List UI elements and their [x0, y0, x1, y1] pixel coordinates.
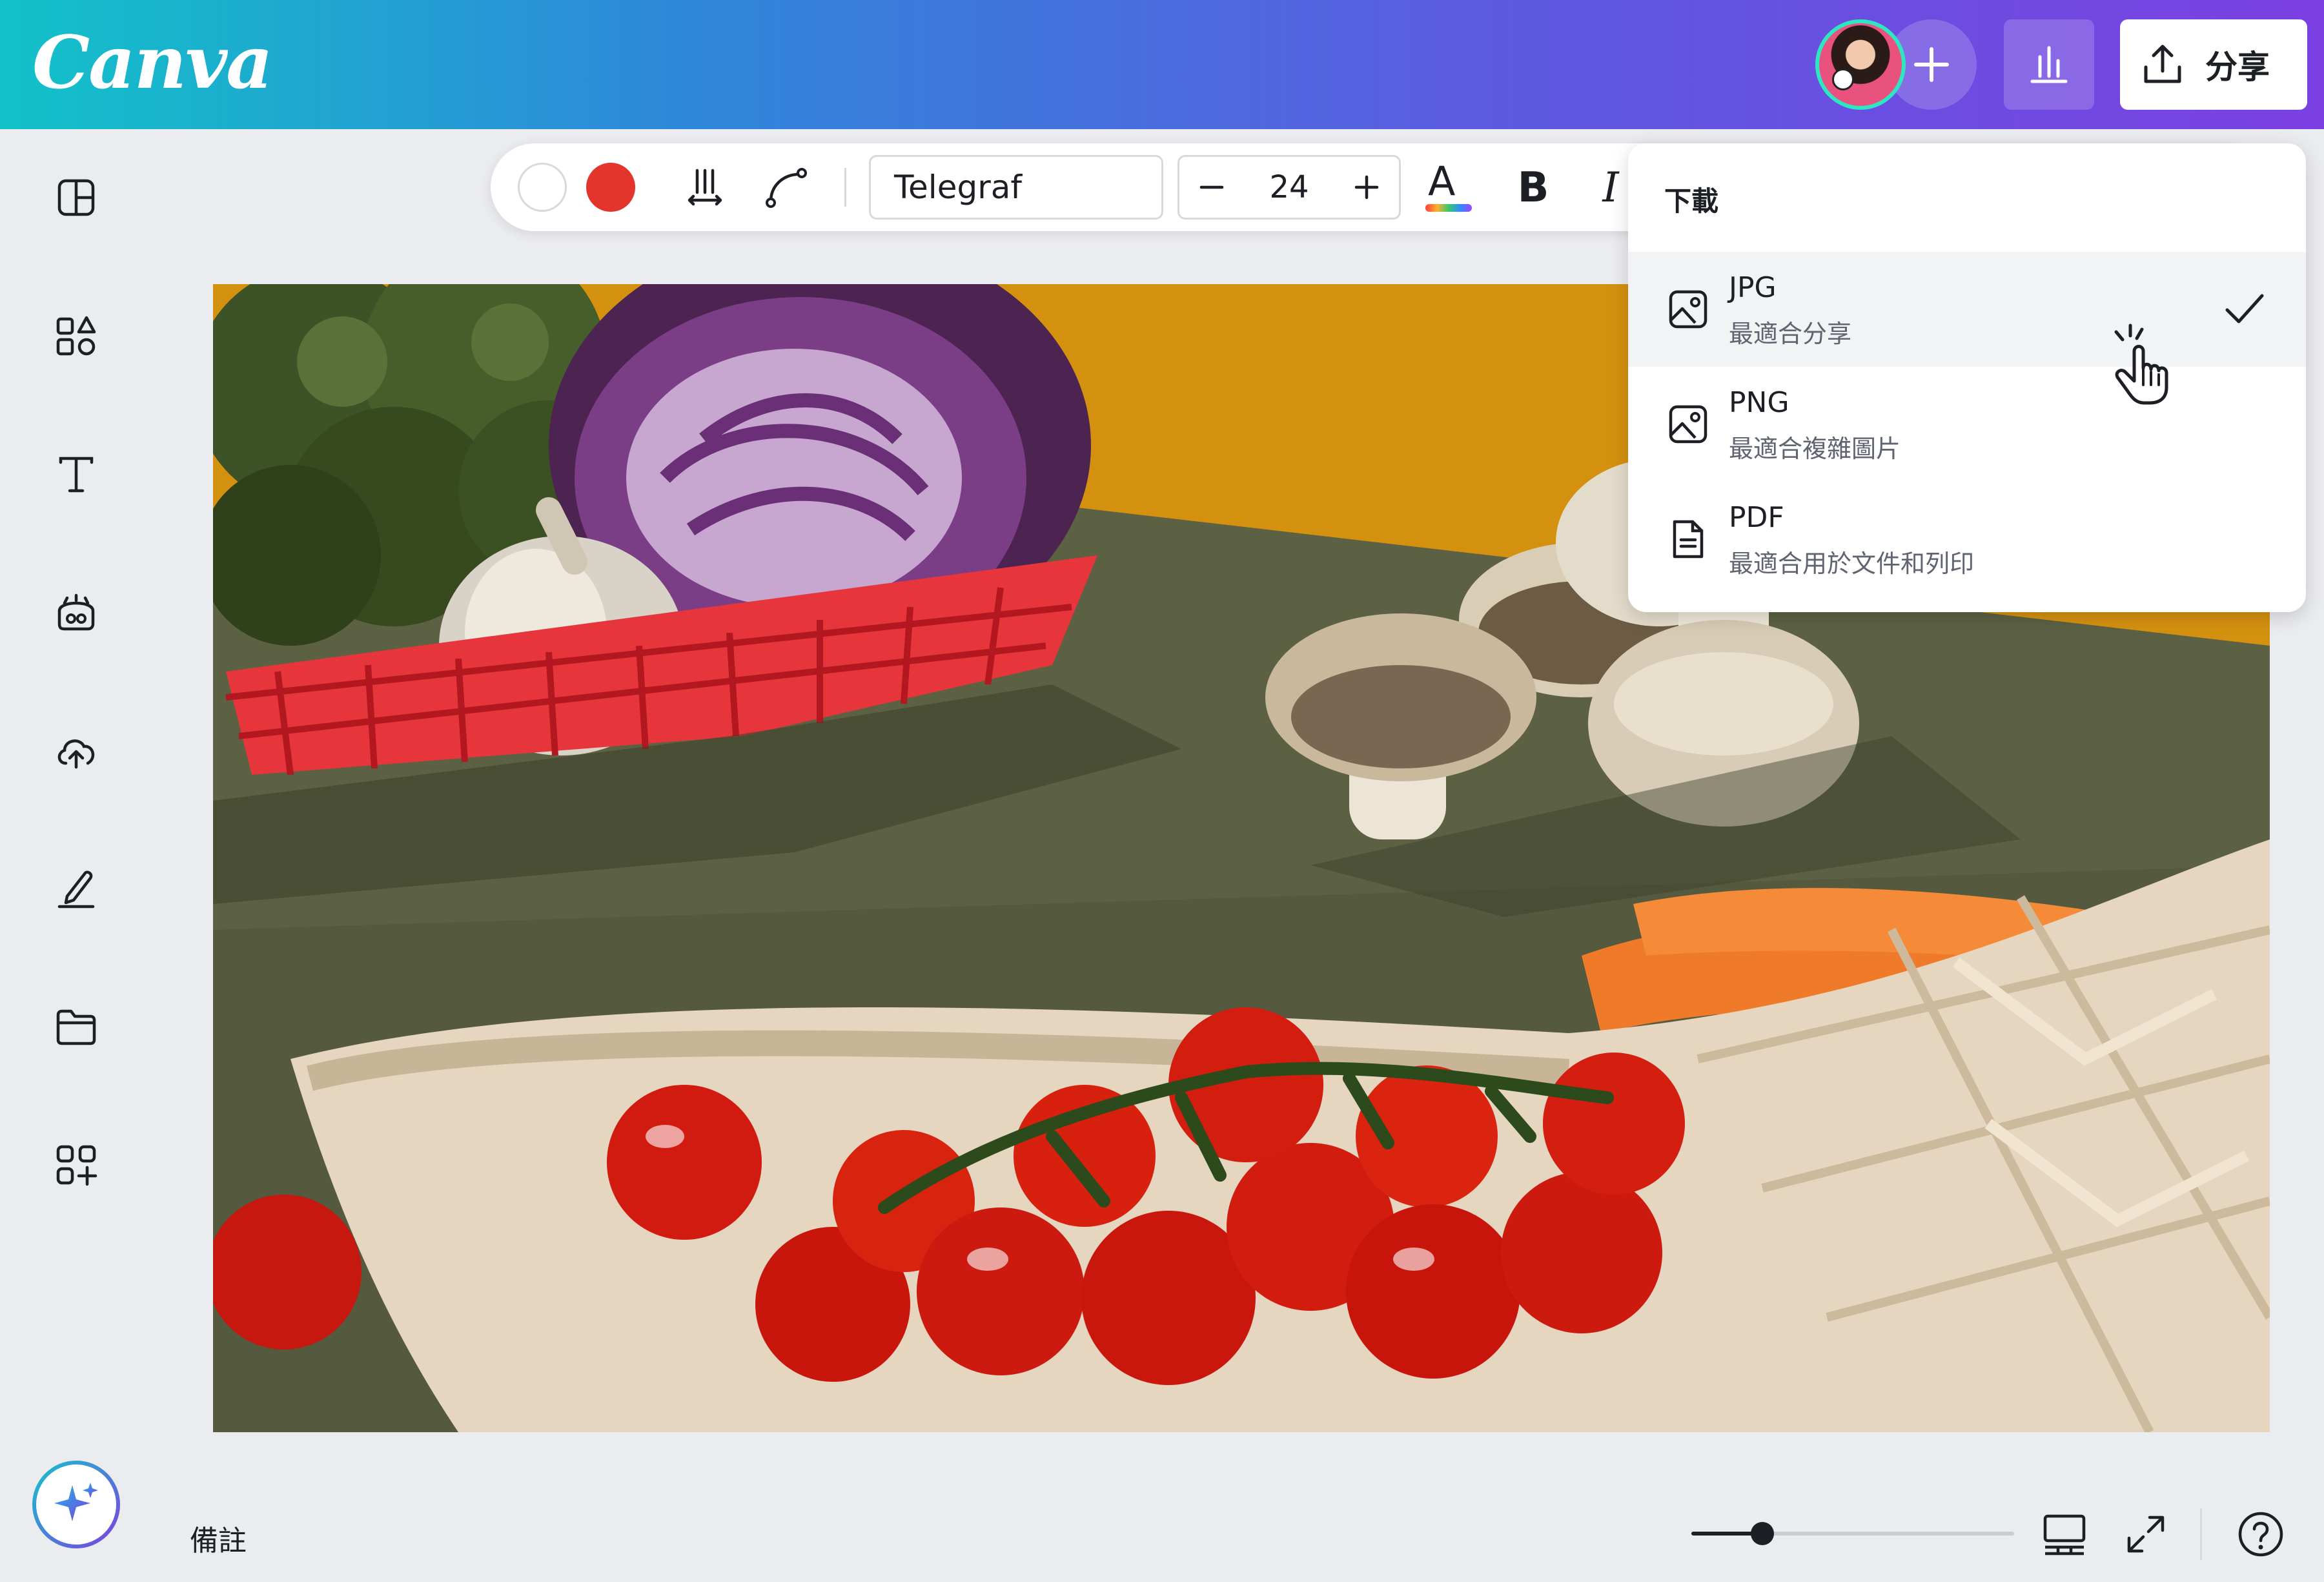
bold-button[interactable]: B — [1504, 159, 1562, 217]
draw-icon — [57, 870, 95, 909]
image-icon — [1669, 405, 1707, 444]
download-option-desc: 最適合用於文件和列印 — [1729, 550, 1975, 578]
share-upload-icon — [2144, 45, 2181, 83]
download-menu: 下載 JPG 最適合分享 PNG 最適合複雜圖片 PDF 最適合用於文件和列印 — [1628, 143, 2306, 612]
text-icon — [59, 457, 94, 493]
font-size-input[interactable]: 24 — [1244, 157, 1334, 218]
fullscreen-button[interactable] — [2120, 1508, 2172, 1560]
color-swatch-empty[interactable] — [518, 163, 567, 212]
sidebar-projects-button[interactable] — [52, 1002, 101, 1051]
top-bar: Canva 分享 — [0, 0, 2324, 129]
download-option-pdf[interactable]: PDF 最適合用於文件和列印 — [1628, 482, 2306, 597]
hand-cursor-icon — [2114, 324, 2168, 405]
minus-icon — [1199, 185, 1224, 189]
text-color-button[interactable]: A — [1419, 159, 1477, 217]
share-button[interactable]: 分享 — [2120, 19, 2307, 110]
sidebar-text-button[interactable] — [52, 449, 101, 498]
page-view-button[interactable] — [2039, 1508, 2090, 1560]
collaborators — [1815, 19, 1977, 110]
avatar[interactable] — [1815, 19, 1906, 110]
magic-assistant-button[interactable] — [32, 1461, 120, 1548]
document-icon — [1673, 520, 1704, 559]
zoom-slider[interactable] — [1691, 1522, 2014, 1545]
folder-icon — [56, 1009, 96, 1045]
expand-icon — [2127, 1515, 2165, 1553]
download-option-name: PDF — [1729, 501, 1784, 534]
sidebar-brand-button[interactable] — [52, 588, 101, 637]
download-option-name: PNG — [1729, 386, 1789, 419]
image-icon — [1669, 290, 1707, 329]
plus-icon — [1354, 175, 1379, 200]
elements-icon — [56, 316, 96, 356]
left-sidebar — [0, 129, 152, 1582]
check-icon — [2225, 294, 2264, 324]
font-size-decrease-button[interactable] — [1179, 157, 1244, 218]
sparkle-icon — [54, 1483, 98, 1521]
layout-panel-icon — [57, 179, 95, 216]
sidebar-elements-button[interactable] — [52, 311, 101, 360]
font-family-selector[interactable]: Telegraf — [869, 155, 1163, 220]
zoom-slider-handle[interactable] — [1751, 1522, 1774, 1545]
help-button[interactable] — [2235, 1508, 2287, 1560]
apps-icon — [56, 1145, 97, 1186]
curve-icon — [766, 168, 807, 208]
font-size-increase-button[interactable] — [1334, 157, 1399, 218]
toolbar-divider — [844, 168, 846, 207]
sidebar-draw-button[interactable] — [52, 864, 101, 913]
spacing-icon — [688, 169, 722, 206]
rainbow-bar — [1425, 204, 1472, 212]
download-option-jpg[interactable]: JPG 最適合分享 — [1628, 252, 2306, 367]
bottom-divider — [2200, 1508, 2202, 1560]
download-option-desc: 最適合複雜圖片 — [1729, 435, 1901, 463]
insights-button[interactable] — [2004, 19, 2094, 110]
stats-icon — [2030, 46, 2068, 83]
color-swatch-red[interactable] — [586, 163, 635, 212]
plus-icon — [1914, 47, 1949, 82]
download-option-png[interactable]: PNG 最適合複雜圖片 — [1628, 367, 2306, 482]
grid-view-icon — [2043, 1514, 2086, 1556]
curve-text-button[interactable] — [764, 167, 808, 208]
notes-button[interactable]: 備註 — [190, 1517, 247, 1559]
download-option-name: JPG — [1729, 271, 1777, 304]
download-menu-title: 下載 — [1664, 185, 1719, 217]
upload-cloud-icon — [57, 739, 95, 769]
download-option-desc: 最適合分享 — [1729, 320, 1852, 348]
help-icon — [2238, 1512, 2283, 1557]
spacing-button[interactable] — [684, 167, 726, 208]
sidebar-apps-button[interactable] — [52, 1140, 101, 1189]
text-color-letter: A — [1428, 158, 1456, 205]
sidebar-design-button[interactable] — [52, 173, 101, 222]
font-size-stepper: 24 — [1177, 155, 1401, 220]
brand-icon — [57, 593, 95, 631]
canva-logo[interactable]: Canva — [32, 18, 273, 108]
sidebar-uploads-button[interactable] — [52, 726, 101, 775]
share-label: 分享 — [2205, 48, 2270, 86]
